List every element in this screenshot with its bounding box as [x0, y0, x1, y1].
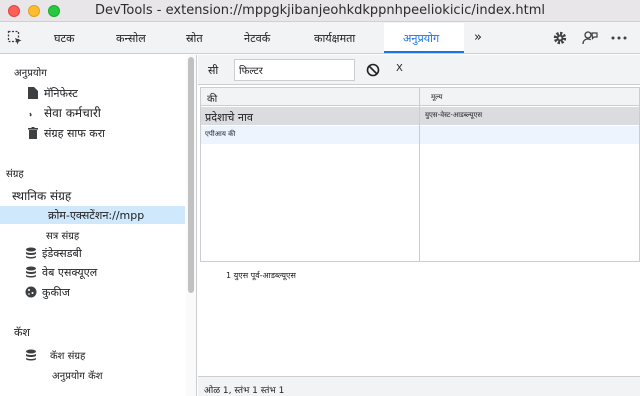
column-header-key[interactable]: की — [207, 91, 217, 105]
filter-input[interactable] — [234, 59, 355, 81]
table-row[interactable]: प्रदेशाचे नाव युएस-वेस्ट-आडब्ल्यूएस — [201, 107, 639, 125]
sidebar-item-service-workers[interactable]: सेवा कर्मचारी — [26, 104, 101, 120]
trash-icon — [26, 126, 40, 140]
storage-main-panel: सी X की मूल्य प्रदेशाचे नाव युएस-वेस्ट-आ… — [198, 55, 640, 396]
sidebar-item-clear-storage[interactable]: संग्रह साफ करा — [26, 125, 105, 141]
sidebar-section-application: अनुप्रयोग — [14, 68, 47, 79]
delete-selected-button[interactable]: X — [396, 63, 403, 74]
table-row[interactable]: एपीआय की — [201, 126, 639, 179]
row-key: प्रदेशाचे नाव — [205, 111, 253, 124]
window-title: DevTools - extension://mppgkjibanjeohkdk… — [94, 3, 546, 18]
title-bar: DevTools - extension://mppgkjibanjeohkdk… — [0, 0, 640, 22]
status-text: ओळ 1, स्तंभ 1 स्तंभ 1 — [204, 386, 285, 396]
row-value: युएस-वेस्ट-आडब्ल्यूएस — [425, 111, 483, 119]
file-icon — [26, 86, 40, 100]
tab-performance[interactable]: कार्यक्षमता — [314, 31, 355, 46]
refresh-button[interactable]: सी — [208, 63, 218, 78]
database-icon — [24, 348, 38, 362]
sidebar-item-web-sql[interactable]: वेब एसक्यूएल — [24, 264, 97, 280]
more-icon[interactable] — [610, 29, 628, 47]
clear-all-icon[interactable] — [366, 63, 380, 77]
sidebar-section-storage: संग्रह — [6, 169, 24, 180]
devtools-tab-bar: घटक कन्सोल स्रोत नेटवर्क कार्यक्षमता अनु… — [0, 22, 640, 54]
gear-icon — [26, 105, 40, 119]
cookie-icon — [24, 285, 38, 299]
feedback-icon[interactable] — [581, 29, 599, 47]
key-value-table: की मूल्य प्रदेशाचे नाव युएस-वेस्ट-आडब्ल्… — [200, 87, 640, 262]
sidebar-item-app-cache[interactable]: अनुप्रयोग कॅश — [52, 367, 103, 383]
tab-application[interactable]: अनुप्रयोग — [403, 31, 439, 46]
tab-console[interactable]: कन्सोल — [116, 31, 146, 46]
sidebar-item-session-storage[interactable]: सत्र संग्रह — [46, 227, 79, 243]
active-tab-indicator — [384, 51, 464, 53]
devtools-window: DevTools - extension://mppgkjibanjeohkdk… — [0, 0, 640, 396]
sidebar-item-extension-origin[interactable]: क्रोम-एक्सटेंशन://mpp — [48, 207, 144, 223]
database-icon — [24, 246, 38, 260]
table-header: की मूल्य — [201, 88, 639, 106]
sidebar-item-cookies[interactable]: कुकीज — [24, 284, 70, 300]
application-sidebar: अनुप्रयोग मॅनिफेस्ट सेवा कर्मचारी संग्रह… — [0, 55, 197, 396]
sidebar-item-local-storage[interactable]: स्थानिक संग्रह — [12, 187, 71, 203]
more-tabs-button[interactable]: » — [474, 30, 482, 45]
sidebar-scrollbar[interactable] — [188, 57, 194, 293]
sidebar-item-manifest[interactable]: मॅनिफेस्ट — [26, 85, 78, 101]
tab-elements[interactable]: घटक — [54, 31, 75, 46]
database-icon — [24, 265, 38, 279]
sidebar-section-cache: कॅश — [14, 326, 30, 339]
column-divider[interactable] — [419, 88, 420, 261]
status-bar: ओळ 1, स्तंभ 1 स्तंभ 1 — [198, 376, 640, 396]
storage-toolbar: सी X — [198, 55, 640, 85]
value-preview: 1 युएस पूर्व-आडब्ल्यूएस — [226, 271, 296, 280]
row-key: एपीआय की — [205, 130, 236, 138]
tab-network[interactable]: नेटवर्क — [244, 31, 270, 46]
sidebar-item-cache-storage[interactable]: कॅश संग्रह — [24, 347, 85, 363]
gear-icon[interactable] — [551, 29, 569, 47]
column-header-value[interactable]: मूल्य — [431, 93, 442, 102]
sidebar-item-indexeddb[interactable]: इंडेक्सडबी — [24, 245, 82, 261]
inspect-icon[interactable] — [6, 29, 24, 47]
row-value-editor[interactable] — [427, 166, 533, 179]
tab-sources[interactable]: स्रोत — [186, 31, 203, 46]
